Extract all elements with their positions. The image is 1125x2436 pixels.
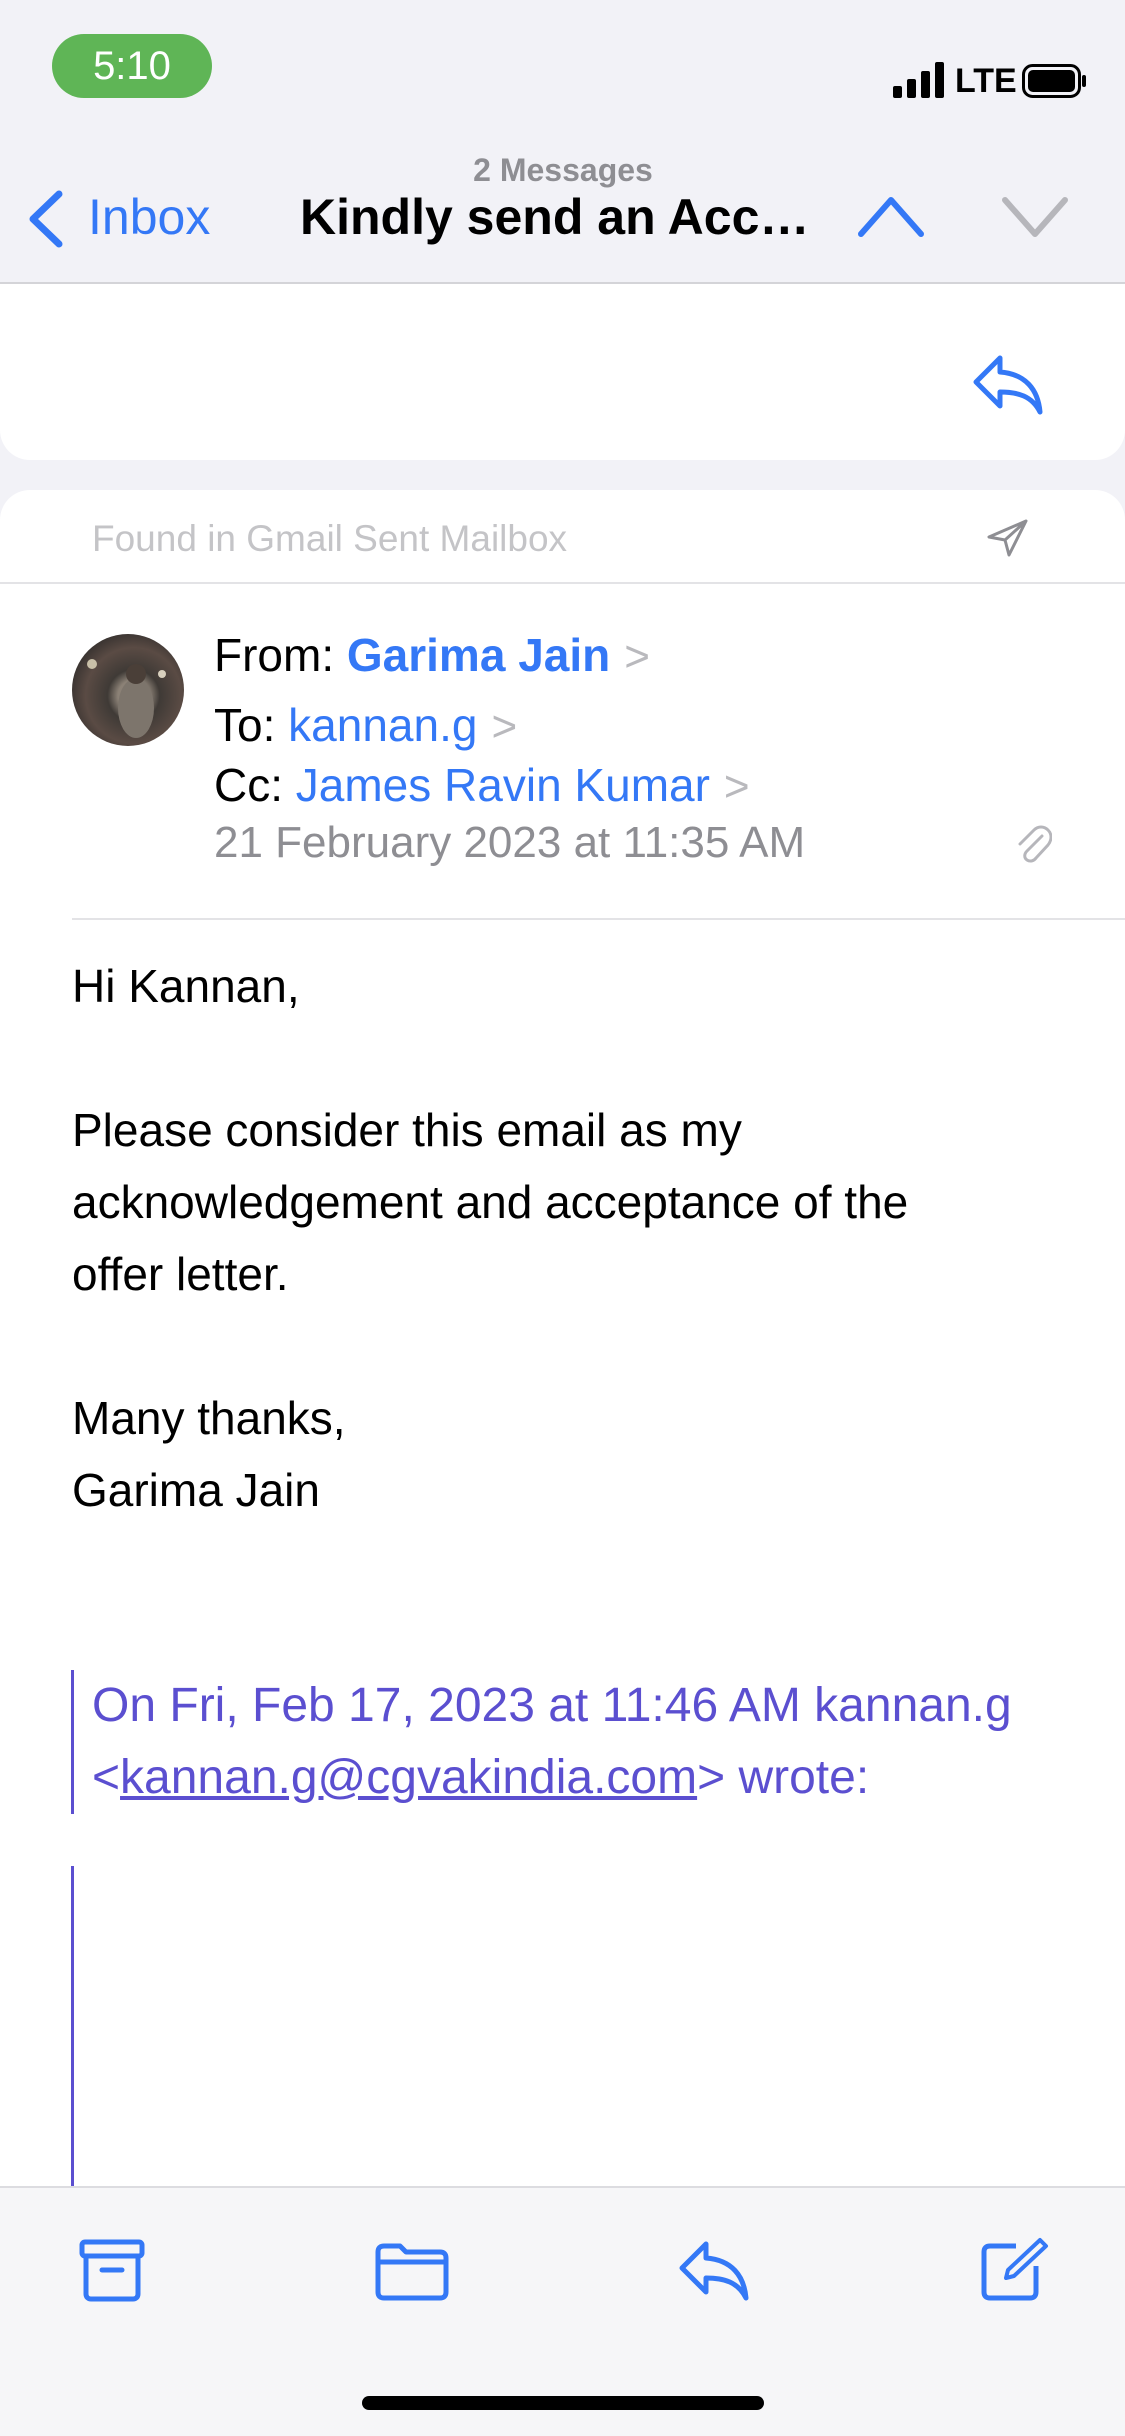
header-divider	[72, 918, 1125, 920]
cc-row[interactable]: Cc: James Ravin Kumar >	[214, 758, 750, 812]
message-count: 2 Messages	[473, 152, 653, 188]
body-line: acknowledgement and acceptance of the	[72, 1176, 909, 1228]
to-label: To:	[214, 699, 276, 751]
quote-attribution-line2: <kannan.g@cgvakindia.com> wrote:	[92, 1742, 869, 1814]
signoff-line: Many thanks,	[72, 1392, 346, 1444]
from-row[interactable]: From: Garima Jain >	[214, 628, 650, 682]
sender-name[interactable]: Garima Jain	[347, 629, 610, 681]
quote-open-bracket: <	[92, 1751, 121, 1804]
back-label: Inbox	[88, 189, 211, 245]
status-time: 5:10	[52, 34, 212, 98]
message-card	[0, 490, 1125, 2190]
body-line: offer letter.	[72, 1248, 289, 1300]
cc-label: Cc:	[214, 759, 283, 811]
previous-message-chevron-up-icon[interactable]	[856, 188, 926, 244]
body-greeting: Hi Kannan,	[72, 960, 300, 1012]
signoff-name: Garima Jain	[72, 1464, 320, 1516]
back-to-inbox-button[interactable]: Inbox	[26, 182, 226, 252]
sender-avatar[interactable]	[72, 634, 184, 746]
quote-wrote: > wrote:	[697, 1751, 870, 1804]
chevron-left-icon	[29, 190, 63, 248]
archive-icon[interactable]	[74, 2236, 150, 2304]
body-line: Please consider this email as my	[72, 1104, 742, 1156]
paperclip-icon	[1018, 825, 1052, 863]
network-label: LTE	[955, 62, 1017, 100]
reply-icon[interactable]	[970, 350, 1046, 420]
avatar-photo	[87, 659, 166, 738]
quote-attribution: On Fri, Feb 17, 2023 at 11:46 AM kannan.…	[92, 1679, 1012, 1732]
next-message-chevron-down-icon[interactable]	[1000, 190, 1070, 246]
previous-message-card[interactable]	[0, 284, 1125, 460]
recipient-name[interactable]: kannan.g	[288, 699, 477, 751]
chevron-right-icon: >	[491, 702, 518, 751]
message-date: 21 February 2023 at 11:35 AM	[214, 818, 806, 867]
paper-plane-icon	[987, 519, 1028, 557]
from-label: From:	[214, 629, 335, 681]
to-row[interactable]: To: kannan.g >	[214, 698, 517, 752]
chevron-right-icon: >	[624, 632, 650, 681]
thread-title: Kindly send an Acceptance letter	[300, 189, 828, 245]
compose-icon[interactable]	[976, 2236, 1052, 2304]
found-in-mailbox-label: Found in Gmail Sent Mailbox	[92, 518, 568, 559]
reply-icon[interactable]	[676, 2236, 752, 2304]
quote-bar	[71, 1670, 74, 1814]
cc-name[interactable]: James Ravin Kumar	[296, 759, 710, 811]
divider	[0, 582, 1125, 584]
quote-bar	[71, 1866, 74, 2186]
signal-icon	[893, 62, 944, 98]
folder-icon[interactable]	[374, 2236, 450, 2304]
chevron-right-icon: >	[723, 762, 750, 811]
home-indicator[interactable]	[362, 2396, 764, 2410]
battery-icon	[1022, 64, 1086, 98]
email-link[interactable]: kannan.g@cgvakindia.com	[120, 1751, 697, 1804]
mail-message-screen: 5:10 LTE Inbox 2 Messages Kindly send an…	[0, 0, 1125, 2436]
